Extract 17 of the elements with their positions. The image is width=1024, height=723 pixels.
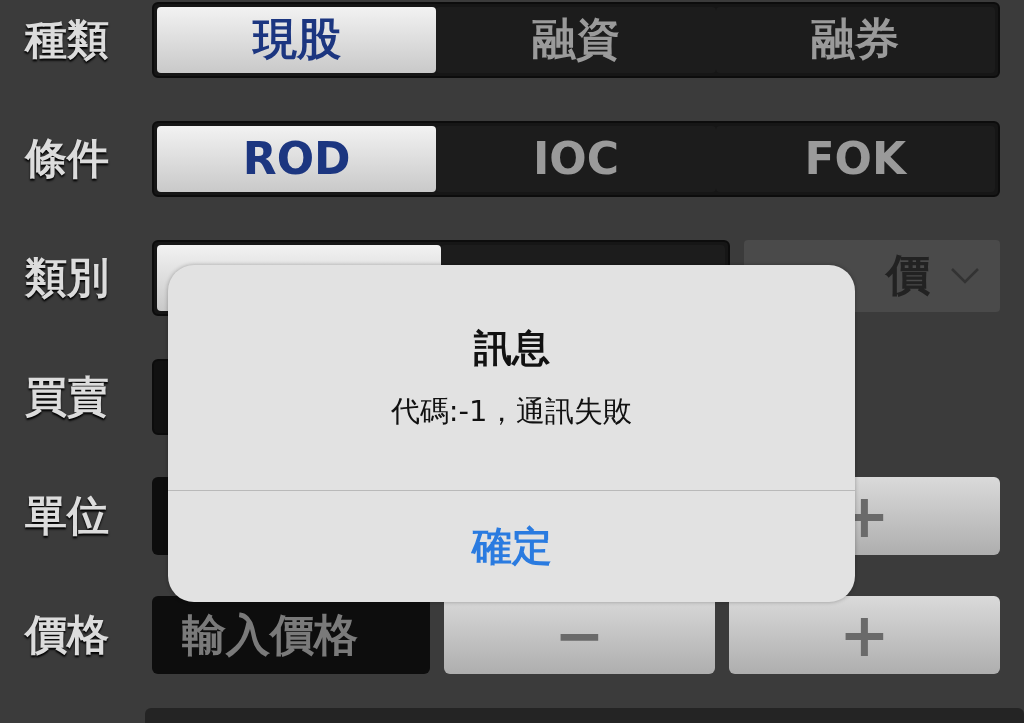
segment-tab[interactable]: 現股 — [157, 6, 437, 73]
chevron-down-icon — [950, 266, 980, 285]
dialog-message: 代碼:-1，通訊失敗 — [390, 393, 633, 430]
row-label: 單位 — [25, 489, 110, 542]
row-label: 類別 — [25, 251, 110, 304]
segment-tab[interactable]: IOC — [436, 125, 716, 192]
segment-tab[interactable]: FOK — [715, 125, 995, 192]
segment-tab[interactable]: ROD — [157, 125, 437, 192]
row-label: 種類 — [25, 13, 110, 66]
row-label: 買賣 — [25, 370, 110, 423]
input-field[interactable]: 輸入價格 — [152, 595, 430, 674]
plus-button[interactable]: + — [729, 595, 1000, 674]
segment-tab[interactable]: 融券 — [715, 6, 995, 73]
row-label: 條件 — [25, 132, 110, 185]
dialog-title: 訊息 — [473, 325, 550, 372]
segment-tab[interactable]: 融資 — [436, 6, 716, 73]
row-label: 價格 — [25, 608, 110, 661]
